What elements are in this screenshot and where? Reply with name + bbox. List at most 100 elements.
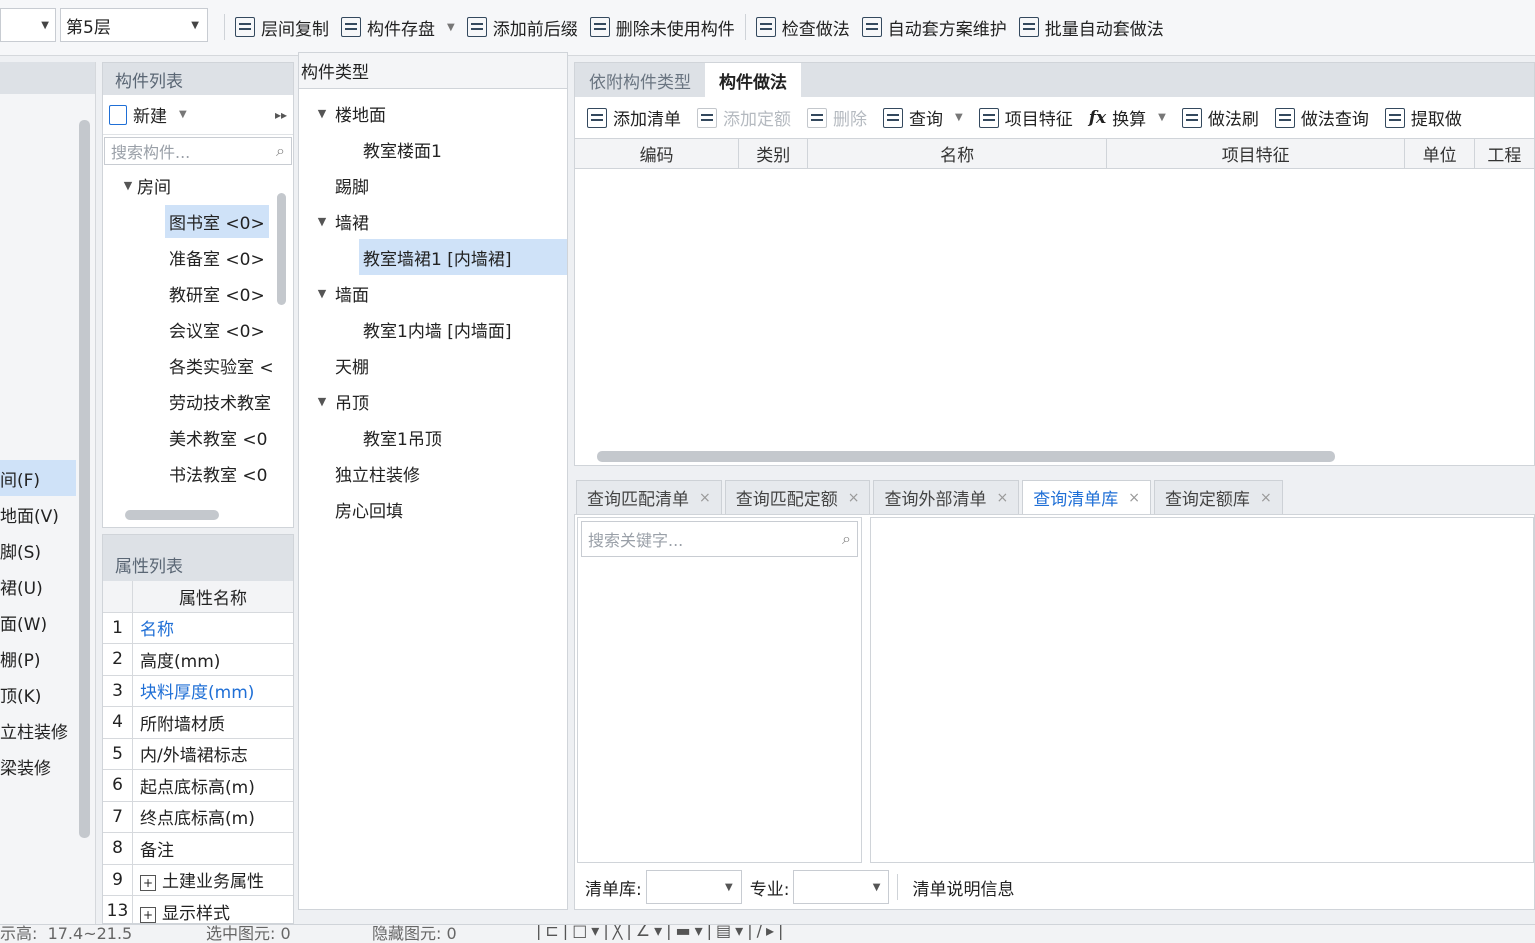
lib-select[interactable]: ▼	[645, 870, 742, 904]
close-icon[interactable]: ×	[1128, 490, 1140, 506]
col-unit[interactable]: 单位	[1405, 139, 1475, 168]
type-tree-node[interactable]: ▼ 墙面	[299, 275, 567, 311]
status-tool-icons[interactable]: |⊏|□▾|╳|∠▾|▬▾|▤▾|/▸|	[536, 925, 787, 940]
type-tree-node[interactable]: 踢脚	[299, 167, 567, 203]
type-tree-node[interactable]: ▼ 楼地面	[299, 95, 567, 131]
property-name: + 显示样式	[133, 899, 230, 923]
component-list-vscroll[interactable]	[277, 193, 286, 305]
type-tree-node[interactable]: ▼ 墙裙	[299, 203, 567, 239]
left-nav-item[interactable]: 脚(S)	[0, 532, 76, 568]
method-query-icon	[1274, 107, 1295, 128]
property-row[interactable]: 13 + 显示样式	[103, 896, 293, 923]
action-feature-button[interactable]: 项目特征	[973, 103, 1079, 133]
property-row[interactable]: 8 备注	[103, 833, 293, 865]
query-tab[interactable]: 查询匹配定额 ×	[724, 480, 871, 514]
action-extract-button[interactable]: 提取做	[1379, 103, 1468, 133]
left-nav-item[interactable]: 立柱装修	[0, 712, 76, 748]
scheme-icon	[861, 17, 882, 37]
left-nav-scrollbar[interactable]	[79, 120, 90, 838]
new-component-button[interactable]: 新建 ▼	[109, 102, 187, 127]
action-trash-button[interactable]: 删除	[801, 103, 873, 133]
component-item[interactable]: 教研室 <0>	[103, 275, 293, 311]
query-tab[interactable]: 查询定额库 ×	[1153, 480, 1283, 514]
type-tree-node[interactable]: 独立柱装修	[299, 455, 567, 491]
property-row[interactable]: 2 高度(mm)	[103, 644, 293, 676]
component-item[interactable]: 书法教室 <0	[103, 455, 293, 491]
expand-plus-icon[interactable]: +	[140, 906, 156, 923]
add-prefix-suffix-button[interactable]: 添加前后缀	[461, 12, 584, 42]
property-row[interactable]: 6 起点底标高(m)	[103, 770, 293, 802]
previous-select[interactable]: ▼	[0, 8, 56, 42]
left-nav-item[interactable]: 地面(V)	[0, 496, 76, 532]
component-item[interactable]: 准备室 <0>	[103, 239, 293, 275]
batch-auto-method-button[interactable]: 批量自动套做法	[1013, 12, 1170, 42]
component-list-hscroll[interactable]	[125, 510, 219, 520]
query-tab[interactable]: 查询清单库 ×	[1022, 480, 1151, 514]
tab-component-method[interactable]: 构件做法	[705, 63, 801, 97]
col-code[interactable]: 编码	[575, 139, 740, 168]
check-method-button[interactable]: 检查做法	[750, 12, 856, 42]
close-icon[interactable]: ×	[996, 490, 1008, 506]
component-item[interactable]: 各类实验室 <	[103, 347, 293, 383]
property-row[interactable]: 7 终点底标高(m)	[103, 801, 293, 833]
query-tab[interactable]: 查询外部清单 ×	[873, 480, 1020, 514]
property-row[interactable]: 4 所附墙材质	[103, 707, 293, 739]
left-nav-item[interactable]: 裙(U)	[0, 568, 76, 604]
action-add-list-button[interactable]: 添加清单	[581, 103, 687, 133]
property-row[interactable]: 3 块料厚度(mm)	[103, 675, 293, 707]
type-tree-node[interactable]: ▼ 吊顶	[299, 383, 567, 419]
left-nav-item[interactable]: 面(W)	[0, 604, 76, 640]
type-tree-node[interactable]: 房心回填	[299, 491, 567, 527]
component-item-label: 美术教室 <0	[169, 429, 268, 450]
action-brush-button[interactable]: 做法刷	[1176, 103, 1265, 133]
left-nav-item[interactable]: 梁装修	[0, 748, 76, 784]
auto-scheme-button[interactable]: 自动套方案维护	[856, 12, 1013, 42]
col-name[interactable]: 名称	[808, 139, 1107, 168]
component-group-room[interactable]: ▼ 房间	[103, 167, 293, 203]
left-nav-item[interactable]: 棚(P)	[0, 640, 76, 676]
component-item[interactable]: 劳动技术教室	[103, 383, 293, 419]
query-tab[interactable]: 查询匹配清单 ×	[576, 480, 722, 514]
close-icon[interactable]: ×	[699, 490, 711, 506]
major-select[interactable]: ▼	[793, 870, 890, 904]
component-item[interactable]: 会议室 <0>	[103, 311, 293, 347]
type-tree-child[interactable]: 教室楼面1	[299, 131, 567, 167]
component-item[interactable]: 图书室 <0>	[103, 203, 293, 239]
action-add-quota-button[interactable]: 添加定额	[691, 103, 797, 133]
keyword-search-input[interactable]: 搜索关键字... ⌕	[581, 521, 858, 557]
expand-arrows-icon[interactable]: ▸▸	[275, 108, 287, 122]
property-row[interactable]: 1 名称	[103, 612, 293, 644]
action-method-query-button[interactable]: 做法查询	[1269, 103, 1375, 133]
property-row[interactable]: 9 + 土建业务属性	[103, 864, 293, 896]
separator	[897, 874, 899, 900]
save-component-button[interactable]: 构件存盘 ▼	[335, 12, 461, 42]
close-icon[interactable]: ×	[848, 490, 860, 506]
type-tree-label: 楼地面	[335, 105, 386, 126]
col-quantity[interactable]: 工程	[1475, 139, 1534, 168]
copy-icon	[235, 17, 255, 37]
action-query-button[interactable]: 查询 ▼	[877, 103, 969, 133]
left-nav-item[interactable]: 间(F)	[0, 460, 76, 496]
action-fx-button[interactable]: fx 换算 ▼	[1083, 103, 1172, 133]
close-icon[interactable]: ×	[1260, 490, 1272, 506]
col-category[interactable]: 类别	[739, 139, 809, 168]
type-tree-node[interactable]: 天棚	[299, 347, 567, 383]
top-toolbar: ▼ 第5层 ▼ 层间复制 构件存盘 ▼ 添加前后缀 删除未使用构件 检查做法 自动…	[0, 0, 1535, 56]
tab-attached-type[interactable]: 依附构件类型	[575, 63, 705, 97]
copy-floor-button[interactable]: 层间复制	[229, 12, 335, 42]
chevron-down-icon: ▼	[1158, 112, 1166, 123]
expand-plus-icon[interactable]: +	[140, 875, 156, 892]
col-item-feature[interactable]: 项目特征	[1107, 139, 1406, 168]
floor-select[interactable]: 第5层 ▼	[60, 8, 208, 42]
component-item[interactable]: 美术教室 <0	[103, 419, 293, 455]
type-tree-child[interactable]: 教室1内墙 [内墙面]	[299, 311, 567, 347]
delete-unused-button[interactable]: 删除未使用构件	[584, 12, 741, 42]
method-table-hscroll[interactable]	[597, 451, 1335, 462]
component-search-input[interactable]: 搜索构件... ⌕	[104, 137, 292, 165]
type-tree-child[interactable]: 教室1吊顶	[299, 419, 567, 455]
type-tree-child[interactable]: 教室墙裙1 [内墙裙]	[359, 239, 567, 275]
property-row[interactable]: 5 内/外墙裙标志	[103, 738, 293, 770]
action-label: 删除	[833, 110, 867, 130]
list-icon	[466, 17, 487, 37]
left-nav-item[interactable]: 顶(K)	[0, 676, 76, 712]
